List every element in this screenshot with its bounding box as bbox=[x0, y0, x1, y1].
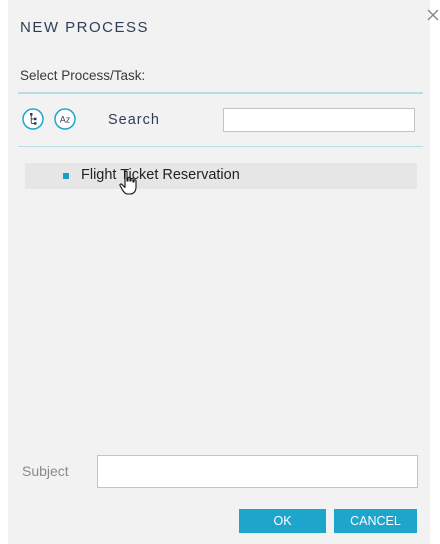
new-process-dialog: NEW PROCESS Select Process/Task: Az Sear… bbox=[8, 0, 430, 544]
divider-toolbar bbox=[18, 146, 423, 147]
divider-subtitle bbox=[18, 93, 423, 94]
search-input[interactable] bbox=[223, 108, 415, 132]
select-process-label: Select Process/Task: bbox=[20, 68, 146, 83]
list-item-flight-ticket-reservation[interactable]: Flight Ticket Reservation bbox=[25, 163, 417, 189]
cancel-button[interactable]: CANCEL bbox=[334, 509, 417, 533]
bullet-icon bbox=[63, 173, 69, 179]
subject-label: Subject bbox=[22, 463, 69, 479]
sort-az-glyph: Az bbox=[60, 115, 71, 125]
search-label: Search bbox=[108, 112, 160, 128]
ok-button[interactable]: OK bbox=[239, 509, 326, 533]
tree-view-icon[interactable] bbox=[22, 108, 44, 130]
subject-input[interactable] bbox=[97, 455, 418, 488]
sort-az-icon[interactable]: Az bbox=[54, 108, 76, 130]
list-item-label: Flight Ticket Reservation bbox=[81, 167, 240, 183]
close-icon[interactable] bbox=[427, 0, 440, 34]
dialog-title: NEW PROCESS bbox=[20, 19, 150, 36]
